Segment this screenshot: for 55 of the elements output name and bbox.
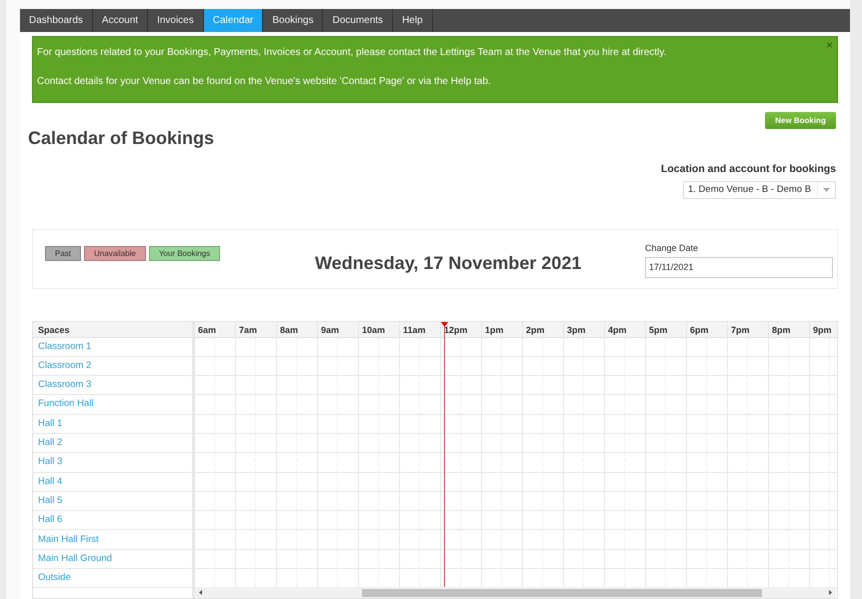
hour-header: 12pm [444,324,468,335]
page-title: Calendar of Bookings [28,127,214,150]
space-link[interactable]: Function Hall [38,397,94,412]
hour-header: 6pm [690,324,709,335]
hour-header: 6am [198,324,216,335]
hour-header: 9pm [813,324,832,335]
change-date-label: Change Date [645,242,700,256]
caret-icon [823,188,830,192]
close-button[interactable]: × [826,38,833,51]
hour-header: 8am [280,324,298,335]
space-link[interactable]: Outside [38,571,71,586]
scrollbar-thumb[interactable] [362,588,762,597]
hour-header: 11am [403,324,426,335]
space-link[interactable]: Hall 2 [38,436,62,450]
hour-header: 7pm [731,324,750,335]
space-link[interactable]: Hall 1 [38,416,62,431]
nav-tab[interactable]: Bookings [263,9,324,32]
space-link[interactable]: Main Hall First [38,532,99,547]
space-link[interactable]: Classroom 1 [38,340,92,354]
hour-header: 9am [321,324,340,335]
hour-header: 4pm [608,324,627,335]
hour-header: 10am [362,324,386,335]
nav-tab[interactable]: Account [92,9,148,32]
space-link[interactable]: Classroom 2 [38,358,92,374]
nav-tab[interactable]: Dashboards [20,9,93,32]
date-field[interactable]: 17/11/2021 [645,256,833,278]
nav-tab[interactable]: Calendar [204,9,264,32]
current-time-marker-icon [441,322,448,327]
space-link[interactable]: Hall 3 [38,455,62,470]
horizontal-scrollbar[interactable] [195,587,836,598]
space-link[interactable]: Hall 6 [38,513,62,528]
space-link[interactable]: Hall 5 [38,494,62,508]
alert-text: Contact details for your Venue can be found on the Venue's website 'Contact Page' or via the Help tab. [37,74,491,89]
column-header: Spaces [33,322,192,338]
legend-item: Past [45,246,82,262]
date-heading: Wednesday, 17 November 2021 [315,252,582,276]
legend-item: Unavailable [84,246,146,262]
nav-tab[interactable]: Help [393,9,433,32]
hour-header: 3pm [567,324,586,335]
nav-tab[interactable]: Documents [323,9,394,32]
scroll-right-icon[interactable] [829,590,832,596]
hour-header: 2pm [526,324,545,335]
space-link[interactable]: Main Hall Ground [38,552,112,566]
space-link[interactable]: Classroom 3 [38,378,92,392]
alert-text: For questions related to your Bookings, Payments, Invoices or Account, please contact the Lettings Team at the Venue that you hire at directly. [37,46,666,60]
location-label: Location and account for bookings [660,162,836,178]
legend-item: Your Bookings [148,246,220,262]
new-booking-button[interactable]: New Booking [765,112,836,130]
hour-header: 1pm [485,324,504,335]
scroll-left-icon[interactable] [199,590,202,596]
hour-header: 8pm [772,324,791,335]
hour-header: 7am [239,324,258,335]
space-link[interactable]: Hall 4 [38,474,62,489]
location-select[interactable]: 1. Demo Venue - B - Demo B [683,181,836,200]
hour-header: 5pm [649,324,668,335]
